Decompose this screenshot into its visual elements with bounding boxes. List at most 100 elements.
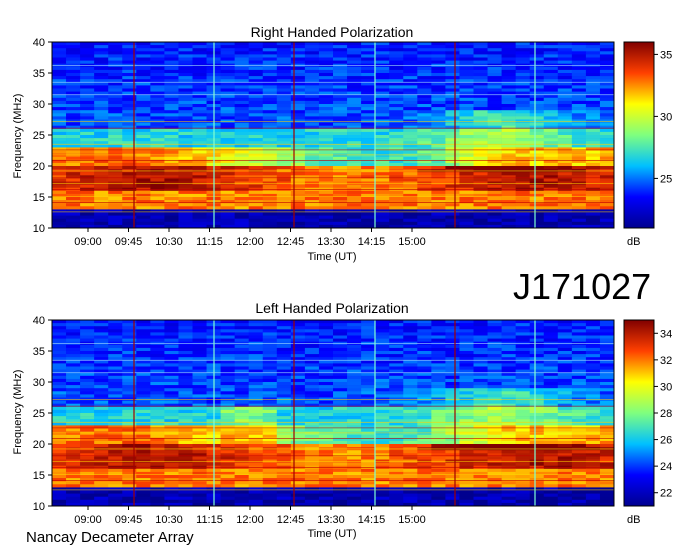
heatmap-cell (445, 329, 460, 333)
y-tick-label: 25 (33, 408, 45, 420)
heatmap-cell (599, 100, 615, 105)
heatmap-cell (403, 209, 418, 213)
heatmap-cell (136, 203, 151, 207)
heatmap-cell (473, 422, 488, 426)
heatmap-cell (501, 360, 516, 364)
heatmap-cell (333, 88, 348, 92)
heatmap-cell (234, 138, 249, 142)
heatmap-cell (347, 434, 362, 439)
heatmap-cell (445, 344, 460, 349)
heatmap-cell (318, 66, 334, 71)
heatmap-cell (347, 110, 362, 114)
heatmap-cell (543, 147, 559, 151)
heatmap-cell (557, 76, 573, 80)
heatmap-cell (318, 147, 334, 151)
heatmap-cell (557, 468, 573, 473)
heatmap-cell (318, 413, 334, 417)
heatmap-cell (108, 206, 123, 210)
heatmap-cell (248, 131, 264, 136)
heatmap-cell (220, 434, 235, 439)
heatmap-cell (304, 162, 320, 167)
heatmap-cell (178, 212, 193, 216)
heatmap-cell (234, 184, 249, 188)
heatmap-cell (276, 363, 292, 367)
heatmap-cell (108, 487, 123, 491)
heatmap-cell (276, 450, 292, 454)
heatmap-cell (473, 209, 488, 213)
heatmap-cell (557, 329, 573, 333)
heatmap-cell (585, 221, 601, 226)
heatmap-cell (417, 128, 432, 133)
heatmap-cell (220, 73, 235, 77)
heatmap-cell (192, 475, 207, 479)
heatmap-cell (543, 206, 559, 210)
heatmap-cell (417, 212, 432, 216)
heatmap-cell (108, 88, 123, 92)
heatmap-cell (108, 499, 123, 504)
heatmap-cell (501, 73, 516, 77)
heatmap-cell (515, 388, 530, 392)
heatmap-cell (192, 363, 207, 367)
heatmap-cell (248, 110, 264, 114)
heatmap-cell (66, 332, 81, 336)
heatmap-cell (375, 221, 390, 226)
heatmap-cell (599, 456, 615, 460)
heatmap-cell (347, 400, 362, 404)
heatmap-cell (459, 496, 474, 501)
heatmap-cell (571, 416, 587, 420)
heatmap-cell (501, 51, 516, 55)
heatmap-cell (234, 335, 249, 339)
heatmap-cell (290, 100, 306, 105)
heatmap-cell (557, 153, 573, 157)
heatmap-cell (501, 354, 516, 358)
heatmap-cell (487, 190, 502, 195)
heatmap-cell (80, 453, 95, 457)
heatmap-cell (403, 363, 418, 367)
heatmap-cell (501, 490, 516, 494)
heatmap-cell (108, 131, 123, 136)
heatmap-cell (347, 366, 362, 370)
heatmap-cell (543, 172, 559, 176)
heatmap-cell (304, 332, 320, 336)
heatmap-cell (178, 484, 193, 488)
heatmap-cell (529, 366, 545, 370)
heatmap-cell (248, 456, 264, 460)
heatmap-cell (459, 499, 474, 504)
heatmap-cell (487, 144, 502, 148)
heatmap-cell (417, 363, 432, 367)
heatmap-cell (445, 51, 460, 55)
heatmap-cell (599, 326, 615, 330)
heatmap-cell (318, 60, 334, 64)
heatmap-cell (94, 478, 109, 482)
heatmap-cell (108, 138, 123, 142)
heatmap-cell (220, 203, 235, 207)
heatmap-cell (164, 468, 179, 473)
heatmap-cell (318, 471, 334, 476)
heatmap-cell (557, 360, 573, 364)
heatmap-cell (389, 107, 404, 111)
heatmap-cell (52, 456, 67, 460)
heatmap-cell (164, 122, 179, 126)
heatmap-cell (220, 97, 235, 102)
heatmap-cell (487, 131, 502, 136)
heatmap-cell (501, 122, 516, 126)
heatmap-cell (94, 431, 109, 435)
heatmap-cell (347, 462, 362, 466)
heatmap-cell (220, 444, 235, 448)
heatmap-cell (375, 475, 390, 479)
heatmap-cell (136, 150, 151, 154)
heatmap-cell (417, 190, 432, 195)
heatmap-cell (66, 478, 81, 482)
heatmap-cell (389, 344, 404, 349)
heatmap-cell (599, 391, 615, 395)
heatmap-cell (262, 172, 278, 176)
heatmap-cell (347, 135, 362, 139)
heatmap-cell (557, 175, 573, 179)
heatmap-cell (361, 400, 376, 404)
heatmap-cell (417, 400, 432, 404)
heatmap-cell (52, 221, 67, 226)
heatmap-cell (192, 76, 207, 80)
heatmap-cell (445, 113, 460, 117)
heatmap-cell (276, 178, 292, 182)
heatmap-cell (66, 85, 81, 89)
